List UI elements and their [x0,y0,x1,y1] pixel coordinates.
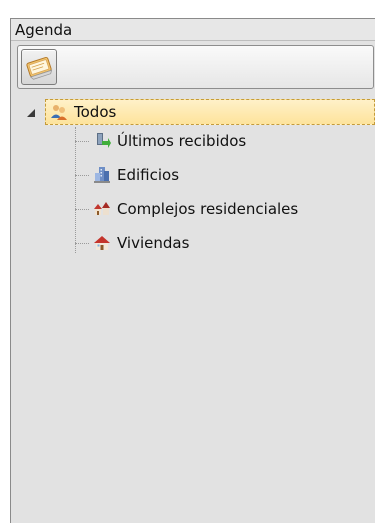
recent-download-icon [97,133,111,148]
toolbar [17,45,374,89]
tree-node-ultimos-recibidos[interactable]: Últimos recibidos [93,129,246,153]
tree-node-label: Complejos residenciales [117,200,299,218]
tree-branch [75,243,89,244]
tree-branch [75,141,89,142]
tree-branch [75,209,89,210]
tree-node-label: Todos [74,103,117,121]
tree-node-label: Edificios [117,166,180,184]
tree-node-todos[interactable]: Todos [45,99,375,125]
people-icon [51,105,67,120]
tree-branch [75,175,89,176]
building-icon [94,167,110,183]
house-icon [94,236,110,250]
agenda-panel: Agenda Todos Últimos recibidos Edificios… [10,18,375,523]
panel-title: Agenda [11,19,375,41]
tree-node-label: Últimos recibidos [117,132,247,150]
expand-toggle[interactable] [25,105,39,119]
residential-complex-icon [94,202,110,215]
address-book-icon [26,56,53,80]
tree-node-edificios[interactable]: Edificios [93,163,179,187]
address-book-button[interactable] [21,49,57,85]
tree-guide-line [75,127,76,253]
tree-node-viviendas[interactable]: Viviendas [93,231,189,255]
collapse-triangle-icon [27,109,35,117]
tree-node-complejos-residenciales[interactable]: Complejos residenciales [93,197,298,221]
tree-node-label: Viviendas [117,234,190,252]
